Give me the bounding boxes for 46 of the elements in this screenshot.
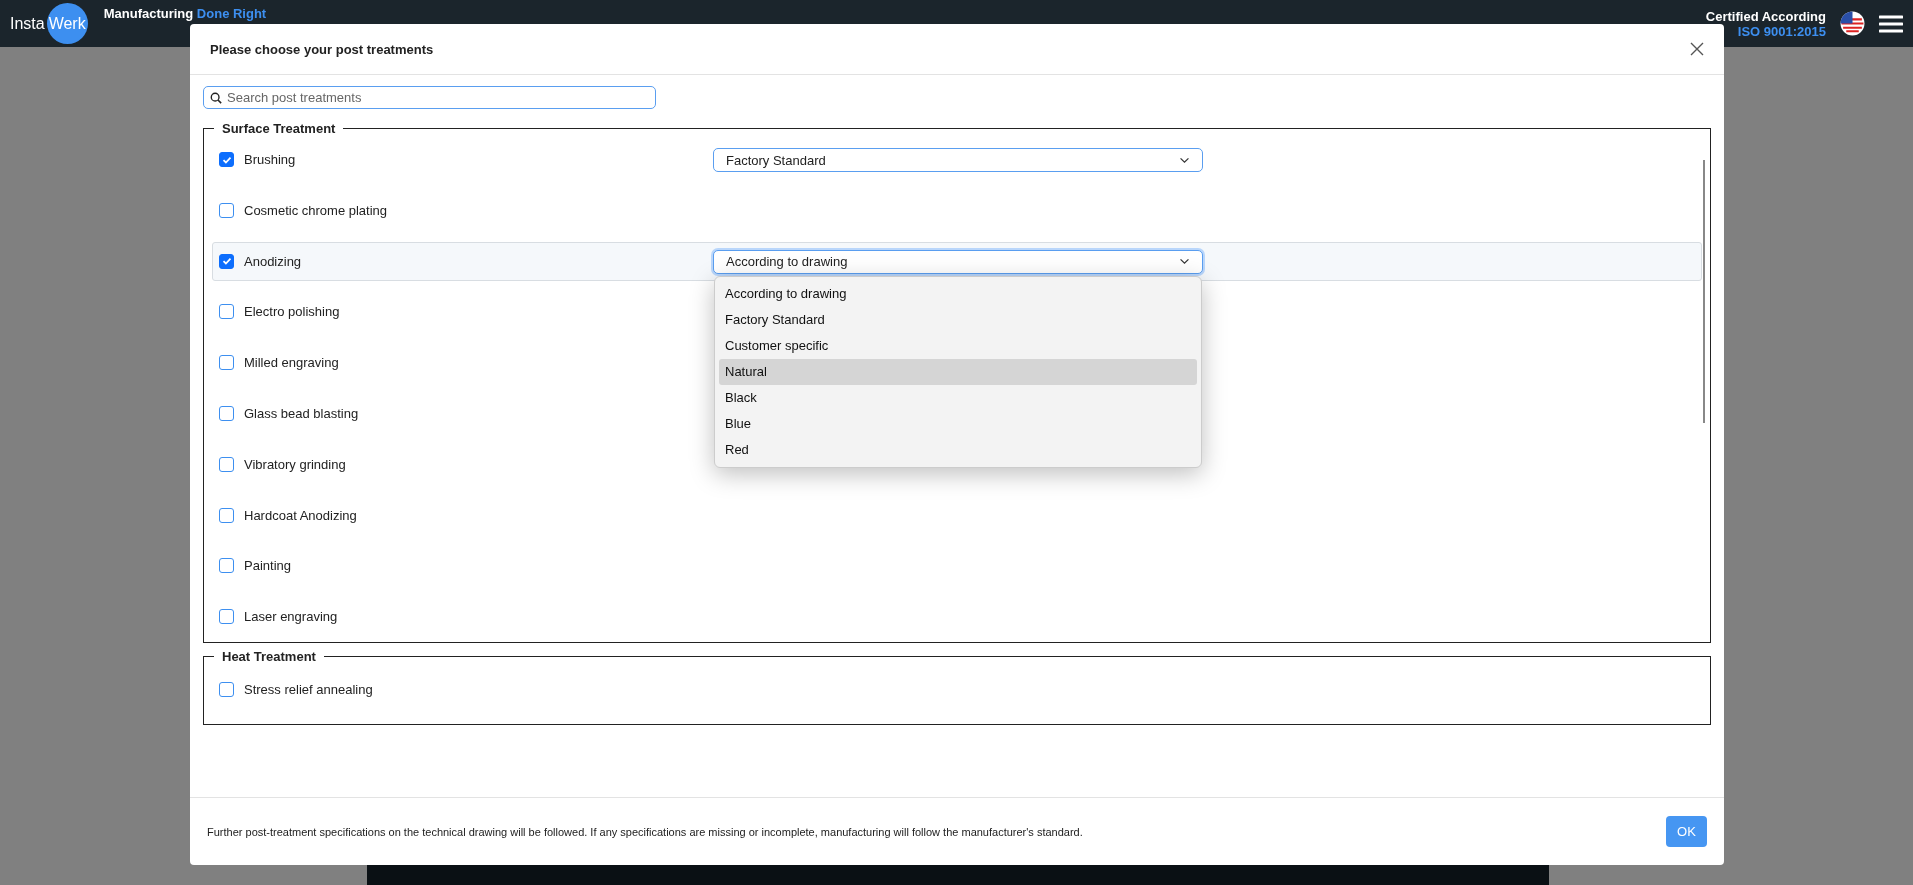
checkbox[interactable] xyxy=(219,456,234,472)
treatment-label: Vibratory grinding xyxy=(244,456,346,472)
option-select[interactable]: Factory Standard xyxy=(713,148,1203,172)
treatment-label: Electro polishing xyxy=(244,304,340,320)
option-select[interactable]: According to drawing xyxy=(713,249,1203,274)
treatment-label: Milled engraving xyxy=(244,355,339,371)
treatment-label: Brushing xyxy=(244,152,296,168)
dialog-title: Please choose your post treatments xyxy=(210,41,435,57)
dropdown-option[interactable]: According to drawing xyxy=(719,280,1197,307)
chevron-icon xyxy=(1179,156,1190,164)
treatment-label: Stress relief annealing xyxy=(244,681,373,697)
close-icon[interactable] xyxy=(1690,42,1704,56)
chevron-icon xyxy=(1179,258,1190,266)
checkbox[interactable] xyxy=(219,202,234,218)
checkbox[interactable] xyxy=(219,507,234,523)
certification-text: Certified According xyxy=(1705,8,1826,24)
dropdown-option[interactable]: Customer specific xyxy=(719,332,1197,359)
menu-icon[interactable] xyxy=(1879,13,1903,34)
tagline: Manufacturing Done Right xyxy=(103,6,267,21)
treatment-label: Laser engraving xyxy=(244,609,338,625)
checkbox[interactable] xyxy=(219,558,234,574)
treatment-label: Anodizing xyxy=(244,253,302,269)
search-icon xyxy=(210,92,222,104)
dropdown-option[interactable]: Factory Standard xyxy=(719,306,1197,333)
checkbox[interactable] xyxy=(219,253,234,269)
search-field[interactable]: Search post treatments xyxy=(203,86,656,109)
footer-note: Further post-treatment specifications on the technical drawing will be followed. If any specifications are missing or incomplete, manufacturing will follow the manufacturer's standard. xyxy=(207,825,1084,838)
certification-standard: ISO 9001:2015 xyxy=(1737,23,1826,39)
group-legend: Heat Treatment xyxy=(214,649,324,664)
checkbox[interactable] xyxy=(219,406,234,422)
checkbox[interactable] xyxy=(219,355,234,371)
treatment-label: Painting xyxy=(244,558,291,574)
treatment-label: Glass bead blasting xyxy=(244,406,359,422)
flag-icon[interactable] xyxy=(1840,11,1865,36)
checkbox[interactable] xyxy=(219,609,234,625)
dropdown-option[interactable]: Red xyxy=(719,436,1197,463)
dropdown-option[interactable]: Natural xyxy=(719,358,1197,385)
dropdown-option[interactable]: Blue xyxy=(719,410,1197,437)
checkbox[interactable] xyxy=(219,304,234,320)
checkbox[interactable] xyxy=(219,152,234,168)
group-legend: Surface Treatment xyxy=(214,121,344,136)
scrollbar[interactable] xyxy=(1703,160,1705,423)
checkbox[interactable] xyxy=(219,681,234,697)
treatment-label: Cosmetic chrome plating xyxy=(244,202,388,218)
treatment-label: Hardcoat Anodizing xyxy=(244,507,357,523)
dropdown-option[interactable]: Black xyxy=(719,384,1197,411)
